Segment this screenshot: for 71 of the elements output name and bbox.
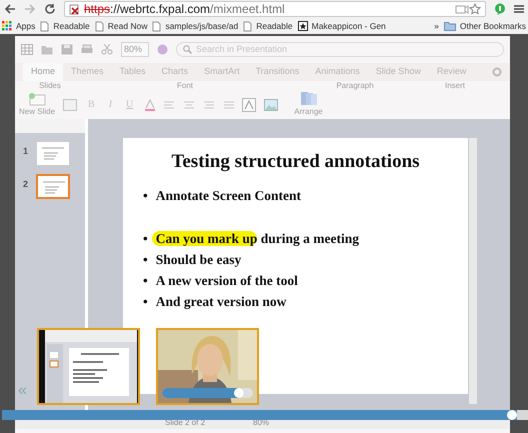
ribbon-tab[interactable]: Tables [112, 63, 154, 81]
page-icon [243, 20, 252, 32]
bullet-icon: • [143, 290, 148, 312]
search-icon [183, 45, 192, 54]
slide-title: Testing structured annotations [170, 150, 421, 174]
bookmark[interactable]: Read Now [94, 20, 148, 32]
bullet-icon: • [143, 270, 148, 290]
url-text: https://webrtc.fxpal.com/mixmeet.html [84, 2, 285, 16]
bullet-icon: • [143, 228, 148, 248]
ribbon-tab[interactable]: Home [23, 63, 64, 81]
chat-icon[interactable] [494, 3, 506, 15]
scissors-icon[interactable] [101, 44, 113, 55]
group-label: Font [176, 81, 194, 90]
font-color-icon[interactable] [144, 98, 156, 110]
reload-icon[interactable] [44, 3, 56, 15]
align-icon[interactable] [164, 100, 234, 110]
arrange-button[interactable]: Arrange [294, 91, 323, 118]
scrollbar[interactable] [469, 138, 477, 404]
bullet-text: Should be easy [156, 250, 242, 269]
new-slide-icon [28, 92, 46, 106]
bookmark[interactable]: Readable [40, 20, 90, 32]
group-label: Insert [444, 81, 466, 90]
bookmark[interactable]: Apps [2, 20, 36, 32]
arrange-icon [300, 91, 318, 106]
bullet-text: Annotate Screen Content [156, 186, 301, 204]
slide-thumbnail[interactable] [36, 141, 70, 166]
ribbon-tab[interactable]: Review [428, 63, 474, 81]
page-icon [152, 20, 162, 32]
star-icon[interactable] [469, 3, 481, 15]
new-slide-button[interactable]: New Slide [19, 92, 56, 118]
slide-thumbnail[interactable] [36, 174, 70, 199]
bookmark[interactable]: samples/js/base/ad [152, 20, 238, 32]
more-bookmarks[interactable]: » [434, 20, 439, 32]
insecure-icon [69, 4, 80, 14]
back-icon[interactable] [4, 3, 16, 15]
text-box-icon[interactable] [242, 98, 256, 112]
forward-icon[interactable] [24, 3, 36, 15]
folder-icon[interactable] [41, 44, 53, 55]
save-icon[interactable] [61, 44, 73, 55]
bookmark[interactable]: Makeappicon - Gen [298, 20, 386, 32]
folder-icon [444, 21, 456, 31]
ribbon-tab[interactable]: Animations [307, 63, 368, 81]
grid-icon[interactable] [21, 44, 33, 55]
ribbon-tab[interactable]: Themes [63, 63, 112, 81]
group-label: Paragraph [335, 81, 375, 90]
bullet-text: And great version now [156, 292, 286, 311]
menu-icon[interactable] [514, 4, 524, 14]
bullet-icon: • [143, 248, 148, 270]
collapse-button[interactable]: « [18, 383, 27, 399]
address-bar[interactable]: https://webrtc.fxpal.com/mixmeet.html [64, 1, 486, 17]
ribbon-tab[interactable]: Charts [154, 63, 196, 81]
app-icon [298, 21, 308, 31]
settings-icon[interactable] [492, 67, 502, 77]
page-icon [94, 20, 104, 32]
camera-icon[interactable] [455, 4, 469, 14]
zoom-field[interactable]: 80% [121, 42, 149, 58]
ribbon-tab[interactable]: SmartArt [196, 63, 248, 81]
picture-icon[interactable] [264, 98, 278, 110]
apps-icon [2, 21, 12, 31]
bookmark[interactable]: Readable [243, 20, 293, 32]
slide-number: 2 [23, 178, 28, 191]
page-icon [40, 20, 50, 32]
group-label: Slides [38, 81, 62, 90]
ribbon-tab[interactable]: Transitions [248, 63, 308, 81]
bullet-text: A new version of the tool [156, 272, 298, 290]
slide-number: 1 [23, 145, 28, 158]
print-icon[interactable] [81, 44, 93, 55]
bullet-icon: • [143, 184, 148, 206]
layout-icon[interactable] [63, 98, 78, 110]
ribbon-tab[interactable]: Slide Show [368, 63, 429, 81]
bookmarks-folder[interactable]: Other Bookmarks [444, 20, 526, 32]
